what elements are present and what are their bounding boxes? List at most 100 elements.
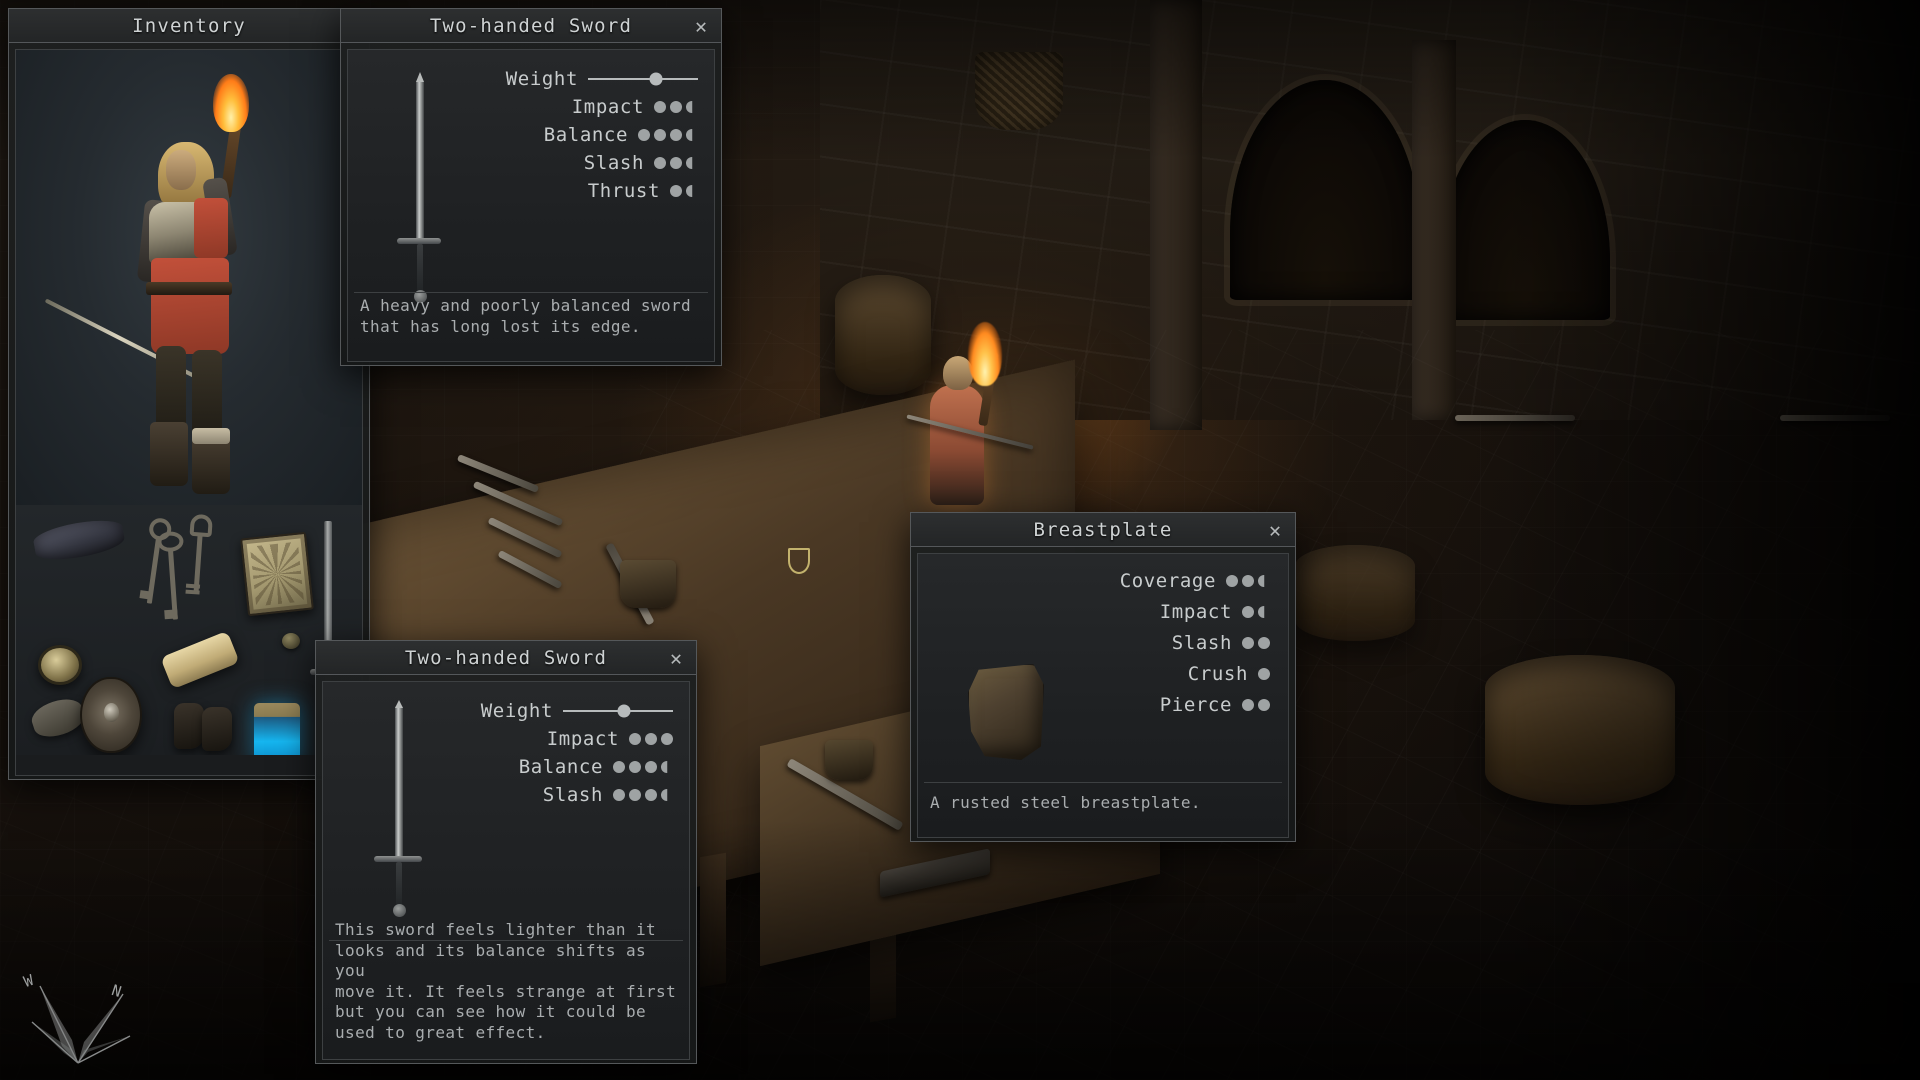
stat-label-balance: Balance (518, 756, 603, 778)
stat-row-slash: Slash (1172, 632, 1270, 654)
sword-top-title-bar: Two-handed Sword ✕ (341, 9, 721, 43)
stat-pips-slash (654, 157, 698, 169)
stat-pip-full (645, 733, 657, 745)
stat-pip-half (1258, 606, 1265, 618)
ground-marker-icon (788, 548, 810, 574)
stat-pips-impact (1242, 606, 1270, 618)
weight-slider-knob[interactable] (649, 72, 663, 86)
item-panel-breastplate[interactable]: Breastplate ✕ Coverage Impact Slash Crus… (910, 512, 1296, 842)
breastplate-body: Coverage Impact Slash Crush Pierce A rus… (917, 553, 1289, 838)
stat-pip-full (613, 789, 625, 801)
stat-label-slash: Slash (1171, 632, 1232, 654)
stat-label-weight: Weight (505, 68, 578, 90)
stat-row-thrust: Thrust (588, 180, 698, 202)
inventory-title: Inventory (132, 14, 246, 37)
inventory-item-scroll[interactable] (160, 630, 240, 690)
inventory-item-boot-left[interactable] (174, 703, 204, 749)
weight-slider[interactable] (588, 72, 698, 86)
stat-row-impact: Impact (1160, 601, 1270, 623)
vignette-bottom (0, 820, 1920, 1080)
inventory-item-boot-right[interactable] (202, 707, 232, 751)
close-icon[interactable]: ✕ (690, 15, 712, 37)
stat-pip-full (645, 761, 657, 773)
character-boot-cuff (192, 428, 230, 444)
pouch-prop (620, 560, 676, 608)
stat-pip-half (661, 789, 668, 801)
inventory-item-book[interactable] (240, 531, 314, 617)
stat-pip-half (686, 185, 693, 197)
inventory-item-buckler[interactable] (80, 677, 142, 753)
inventory-grid[interactable] (16, 505, 362, 755)
breastplate-description: A rusted steel breastplate. (930, 792, 1201, 812)
stat-pip-full (629, 761, 641, 773)
character-tunic (151, 258, 229, 354)
stat-label-pierce: Pierce (1159, 694, 1232, 716)
stat-pip-full (670, 185, 682, 197)
stat-pip-full (629, 733, 641, 745)
stat-pips-impact (654, 101, 698, 113)
stat-label-coverage: Coverage (1119, 570, 1216, 592)
stat-row-impact: Impact (572, 96, 698, 118)
inventory-item-bedroll[interactable] (31, 515, 127, 565)
sword-bottom-stats: Weight Impact Balance Slash (481, 700, 673, 806)
stat-pip-half (1258, 575, 1265, 587)
stat-pips-coverage (1226, 575, 1270, 587)
stat-pip-full (1258, 699, 1270, 711)
barrel-stump (835, 275, 931, 395)
inventory-item-key-3[interactable] (181, 513, 233, 603)
stat-pips-slash (1242, 637, 1270, 649)
stat-pip-full (670, 129, 682, 141)
stat-pip-half (661, 761, 668, 773)
inventory-item-compass[interactable] (38, 645, 82, 685)
stat-pip-full (613, 761, 625, 773)
stat-pip-full (629, 789, 641, 801)
npc-torchbearer-body (930, 385, 984, 505)
character-portrait[interactable] (16, 50, 362, 505)
stat-label-impact: Impact (1159, 601, 1232, 623)
weight-slider-knob[interactable] (617, 704, 630, 718)
stat-label-impact: Impact (571, 96, 644, 118)
inventory-title-bar: Inventory ✕ (9, 9, 369, 43)
inventory-body (15, 49, 363, 776)
sword-bottom-body: Weight Impact Balance Slash This sword f… (322, 681, 690, 1060)
stat-pip-full (645, 789, 657, 801)
breastplate-title: Breastplate (1033, 518, 1173, 541)
character-boot-left (150, 422, 188, 486)
compass-rose: W N (18, 958, 138, 1070)
barrel-small (1295, 545, 1415, 641)
weight-slider[interactable] (563, 704, 673, 718)
inventory-item-coin[interactable] (282, 633, 300, 649)
stat-pip-full (654, 129, 666, 141)
stat-label-thrust: Thrust (587, 180, 660, 202)
stat-pip-full (661, 733, 673, 745)
stat-row-balance: Balance (519, 756, 673, 778)
stat-pip-full (654, 157, 666, 169)
stat-pips-thrust (670, 185, 698, 197)
stat-label-impact: Impact (546, 728, 619, 750)
sword-bottom-title: Two-handed Sword (404, 646, 608, 669)
stat-label-balance: Balance (543, 124, 628, 146)
stat-label-weight: Weight (480, 700, 553, 722)
stat-label-slash: Slash (583, 152, 644, 174)
stat-row-balance: Balance (544, 124, 698, 146)
inventory-item-potion[interactable] (254, 703, 300, 755)
stat-row-crush: Crush (1188, 663, 1270, 685)
stat-pip-full (1242, 699, 1254, 711)
inventory-item-pads[interactable] (28, 693, 88, 743)
item-panel-sword-bottom[interactable]: Two-handed Sword ✕ Weight Impact Balance… (315, 640, 697, 1064)
weight-slider-track (588, 78, 698, 80)
stat-pip-half (686, 101, 693, 113)
sword-art (397, 72, 441, 322)
item-panel-sword-top[interactable]: Two-handed Sword ✕ Weight Impact Balance… (340, 8, 722, 366)
stat-pip-full (1258, 637, 1270, 649)
stat-row-weight: Weight (506, 68, 698, 90)
portrait-torch-flame-icon (213, 74, 249, 132)
stat-pips-balance (613, 761, 673, 773)
close-icon[interactable]: ✕ (1264, 519, 1286, 541)
stat-pips-pierce (1242, 699, 1270, 711)
close-icon[interactable]: ✕ (665, 647, 687, 669)
character-face (166, 150, 196, 190)
sword-top-body: Weight Impact Balance Slash Thrust A hea… (347, 49, 715, 362)
sword-top-stats: Weight Impact Balance Slash Thrust (506, 68, 698, 202)
stat-pips-impact (629, 733, 673, 745)
